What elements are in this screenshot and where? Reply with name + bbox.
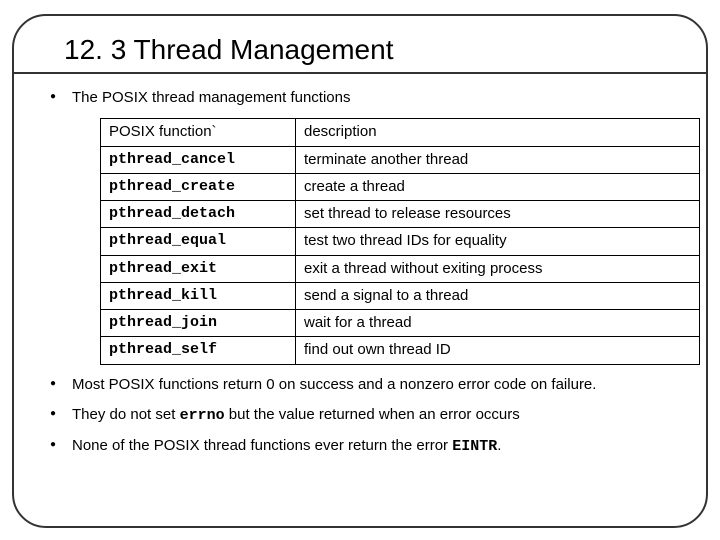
fn-cell: pthread_exit — [101, 255, 296, 282]
code-eintr: EINTR — [452, 438, 497, 455]
bullet-text: . — [497, 437, 501, 454]
desc-cell: terminate another thread — [296, 146, 700, 173]
bullet-text: None of the POSIX thread functions ever … — [72, 437, 452, 454]
intro-text: The POSIX thread management functions — [72, 89, 351, 106]
bullet-item: Most POSIX functions return 0 on success… — [50, 375, 678, 395]
table-header-row: POSIX function` description — [101, 119, 700, 146]
fn-cell: pthread_equal — [101, 228, 296, 255]
desc-cell: find out own thread ID — [296, 337, 700, 364]
slide-frame: 12. 3 Thread Management The POSIX thread… — [12, 14, 708, 528]
bullet-text: They do not set — [72, 406, 180, 423]
table-row: pthread_create create a thread — [101, 173, 700, 200]
code-errno: errno — [180, 407, 225, 424]
table-row: pthread_detach set thread to release res… — [101, 201, 700, 228]
table-row: pthread_cancel terminate another thread — [101, 146, 700, 173]
table-row: pthread_join wait for a thread — [101, 310, 700, 337]
bullet-list: The POSIX thread management functions PO… — [42, 88, 678, 457]
fn-cell: pthread_join — [101, 310, 296, 337]
fn-cell: pthread_create — [101, 173, 296, 200]
bullet-intro: The POSIX thread management functions PO… — [50, 88, 678, 365]
desc-cell: create a thread — [296, 173, 700, 200]
bullet-text: Most POSIX functions return 0 on success… — [72, 376, 596, 393]
table-row: pthread_equal test two thread IDs for eq… — [101, 228, 700, 255]
fn-cell: pthread_kill — [101, 282, 296, 309]
fn-cell: pthread_detach — [101, 201, 296, 228]
desc-cell: set thread to release resources — [296, 201, 700, 228]
desc-cell: wait for a thread — [296, 310, 700, 337]
table-header-desc: description — [296, 119, 700, 146]
bullet-item: They do not set errno but the value retu… — [50, 405, 678, 426]
desc-cell: send a signal to a thread — [296, 282, 700, 309]
desc-cell: test two thread IDs for equality — [296, 228, 700, 255]
desc-cell: exit a thread without exiting process — [296, 255, 700, 282]
page-title: 12. 3 Thread Management — [64, 34, 678, 66]
fn-cell: pthread_cancel — [101, 146, 296, 173]
bullet-text: but the value returned when an error occ… — [225, 406, 520, 423]
posix-function-table: POSIX function` description pthread_canc… — [100, 118, 700, 364]
title-rule — [14, 72, 706, 74]
bullet-item: None of the POSIX thread functions ever … — [50, 436, 678, 457]
table-row: pthread_self find out own thread ID — [101, 337, 700, 364]
fn-cell: pthread_self — [101, 337, 296, 364]
table-header-fn: POSIX function` — [101, 119, 296, 146]
table-row: pthread_exit exit a thread without exiti… — [101, 255, 700, 282]
table-row: pthread_kill send a signal to a thread — [101, 282, 700, 309]
